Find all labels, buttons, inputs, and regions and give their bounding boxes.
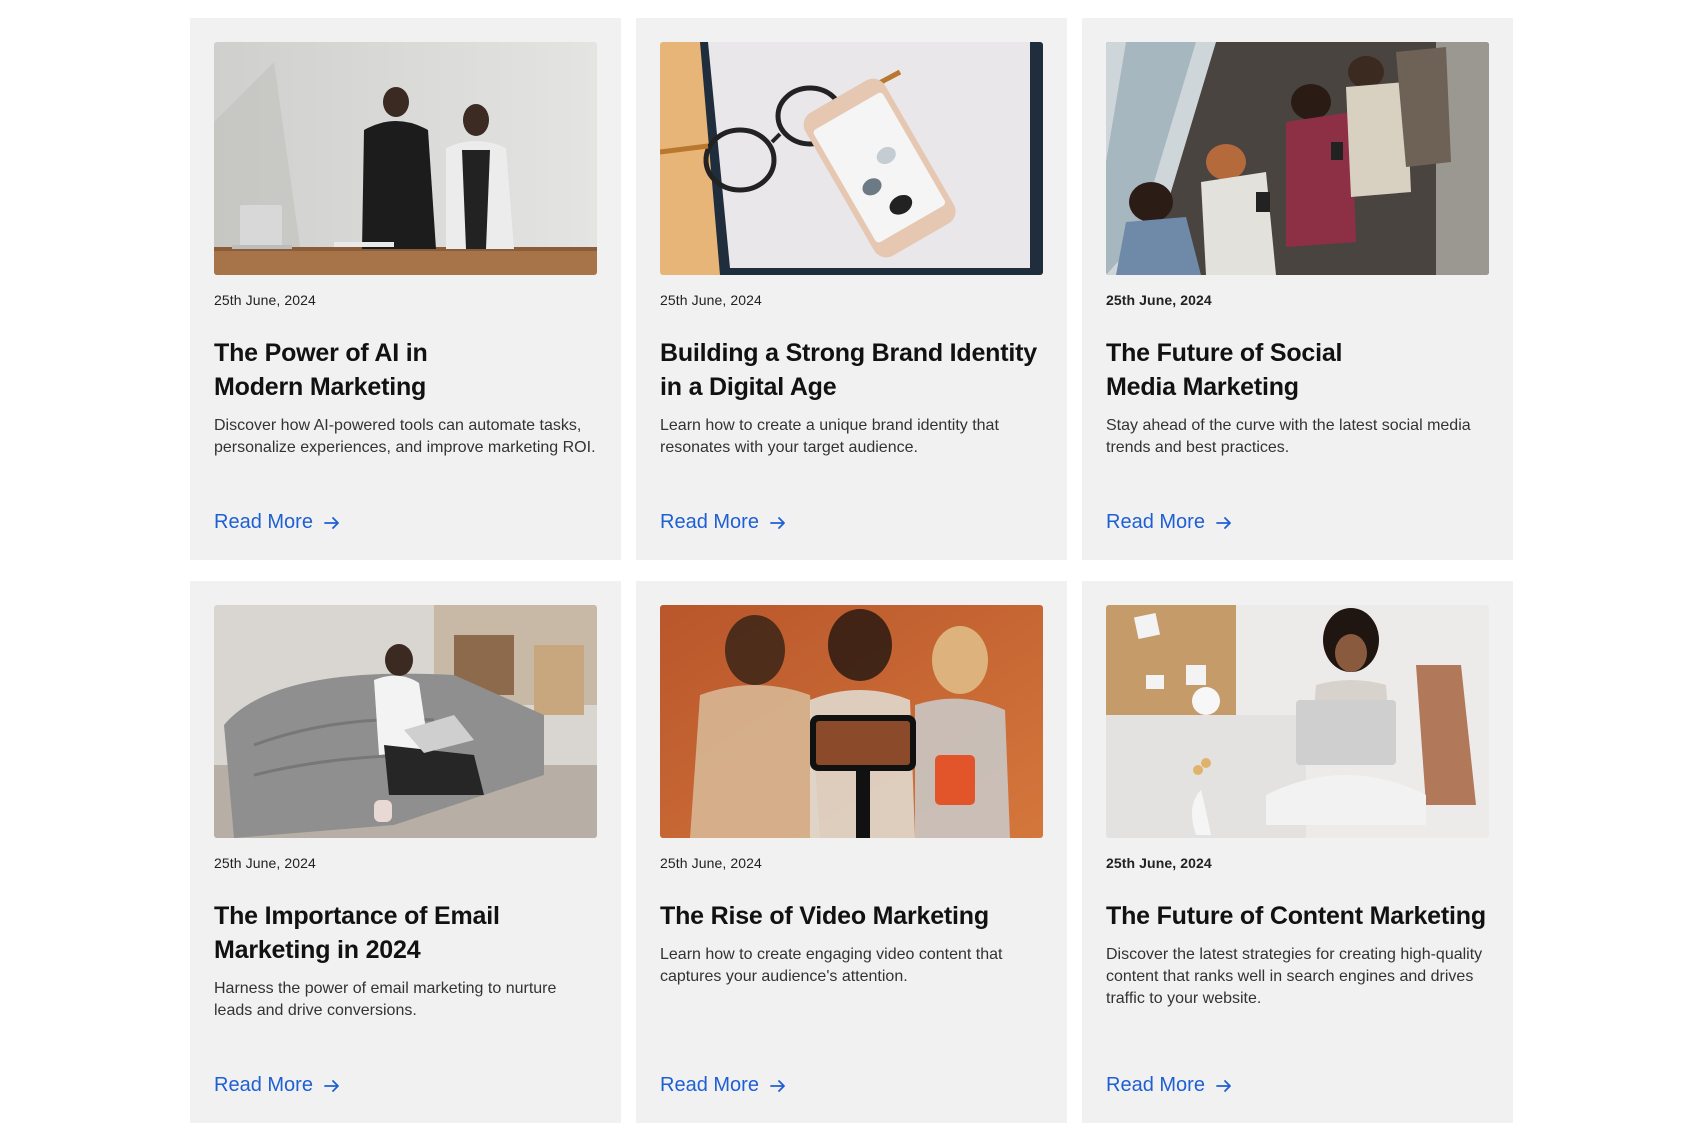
blog-card[interactable]: 25th June, 2024 The Future of Social Med… (1082, 18, 1513, 560)
arrow-right-icon (324, 516, 339, 529)
post-title[interactable]: The Importance of Email Marketing in 202… (214, 899, 604, 967)
post-title[interactable]: The Future of Content Marketing (1106, 899, 1496, 933)
post-title-line: The Rise of Video Marketing (660, 902, 989, 930)
read-more-label: Read More (660, 511, 759, 533)
post-title-line: Building a Strong Brand Identity (660, 339, 1037, 367)
post-date: 25th June, 2024 (1106, 292, 1212, 308)
post-date: 25th June, 2024 (214, 855, 316, 871)
post-description: Discover how AI-powered tools can automa… (214, 417, 596, 456)
post-title-line: The Future of Social (1106, 339, 1343, 367)
blog-card[interactable]: 25th June, 2024 The Importance of Email … (190, 581, 621, 1123)
read-more-link[interactable]: Read More (214, 511, 341, 534)
post-title[interactable]: The Power of AI in Modern Marketing (214, 336, 604, 404)
blog-card-image[interactable] (1106, 42, 1489, 275)
post-date: 25th June, 2024 (660, 292, 762, 308)
post-description: Learn how to create engaging video conte… (660, 946, 1003, 985)
read-more-link[interactable]: Read More (1106, 1074, 1233, 1097)
post-title-line: The Importance of Email (214, 902, 500, 930)
arrow-right-icon (770, 1079, 785, 1092)
read-more-label: Read More (214, 511, 313, 533)
post-title-line: Modern Marketing (214, 373, 427, 401)
post-date: 25th June, 2024 (214, 292, 316, 308)
post-description: Stay ahead of the curve with the latest … (1106, 417, 1471, 456)
read-more-link[interactable]: Read More (1106, 511, 1233, 534)
read-more-label: Read More (214, 1074, 313, 1096)
arrow-right-icon (1216, 516, 1231, 529)
read-more-link[interactable]: Read More (660, 1074, 787, 1097)
blog-card[interactable]: 25th June, 2024 The Future of Content Ma… (1082, 581, 1513, 1123)
blog-card-image[interactable] (214, 605, 597, 838)
post-description: Learn how to create a unique brand ident… (660, 417, 999, 456)
arrow-right-icon (1216, 1079, 1231, 1092)
post-title[interactable]: Building a Strong Brand Identity in a Di… (660, 336, 1050, 404)
blog-card-grid: 25th June, 2024 The Power of AI in Moder… (190, 18, 1513, 1123)
blog-card-image[interactable] (660, 42, 1043, 275)
read-more-link[interactable]: Read More (214, 1074, 341, 1097)
post-title-line: Media Marketing (1106, 373, 1299, 401)
post-date: 25th June, 2024 (660, 855, 762, 871)
blog-card[interactable]: 25th June, 2024 The Power of AI in Moder… (190, 18, 621, 560)
arrow-right-icon (770, 516, 785, 529)
blog-card-image[interactable] (214, 42, 597, 275)
post-description: Discover the latest strategies for creat… (1106, 946, 1483, 1007)
post-description: Harness the power of email marketing to … (214, 980, 557, 1019)
read-more-label: Read More (660, 1074, 759, 1096)
post-date: 25th June, 2024 (1106, 855, 1212, 871)
post-title[interactable]: The Future of Social Media Marketing (1106, 336, 1496, 404)
blog-card[interactable]: 25th June, 2024 Building a Strong Brand … (636, 18, 1067, 560)
arrow-right-icon (324, 1079, 339, 1092)
read-more-link[interactable]: Read More (660, 511, 787, 534)
blog-card-image[interactable] (1106, 605, 1489, 838)
post-title-line: Marketing in 2024 (214, 936, 421, 964)
blog-card-image[interactable] (660, 605, 1043, 838)
post-title-line: The Power of AI in (214, 339, 428, 367)
post-title[interactable]: The Rise of Video Marketing (660, 899, 1050, 933)
post-title-line: in a Digital Age (660, 373, 837, 401)
post-title-line: The Future of Content Marketing (1106, 902, 1486, 930)
read-more-label: Read More (1106, 511, 1205, 533)
blog-card[interactable]: 25th June, 2024 The Rise of Video Market… (636, 581, 1067, 1123)
read-more-label: Read More (1106, 1074, 1205, 1096)
